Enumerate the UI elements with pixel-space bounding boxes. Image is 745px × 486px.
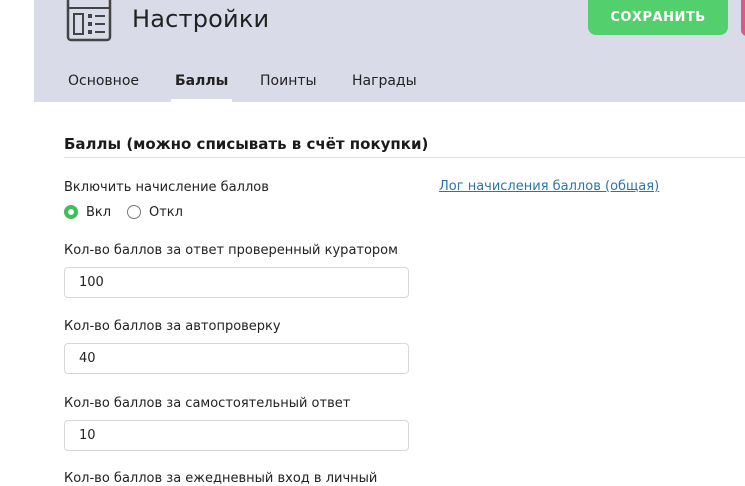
autocheck-points-label: Кол-во баллов за автопроверку (64, 319, 281, 334)
radio-off-label: Откл (149, 204, 183, 220)
tab-points[interactable]: Баллы (170, 62, 233, 102)
radio-on-indicator[interactable] (64, 205, 78, 219)
points-log-link[interactable]: Лог начисления баллов (общая) (439, 179, 659, 194)
tab-bar: Основное Баллы Поинты Награды (34, 62, 745, 102)
partial-action-button[interactable] (741, 0, 745, 36)
enable-points-label: Включить начисление баллов (64, 180, 269, 195)
autocheck-points-input[interactable] (64, 343, 409, 374)
save-button[interactable]: СОХРАНИТЬ (588, 0, 728, 35)
section-title: Баллы (можно списывать в счёт покупки) (64, 135, 429, 153)
settings-list-icon (66, 0, 112, 42)
page-title: Настройки (132, 5, 270, 33)
radio-off[interactable]: Откл (127, 203, 183, 221)
left-gutter (0, 0, 34, 479)
self-answer-points-label: Кол-во баллов за самостоятельный ответ (64, 396, 351, 411)
radio-on[interactable]: Вкл (64, 203, 111, 221)
radio-on-label: Вкл (86, 204, 112, 220)
self-answer-points-input[interactable] (64, 420, 409, 451)
tab-pointy[interactable]: Поинты (260, 62, 317, 102)
tab-rewards[interactable]: Награды (352, 62, 417, 102)
curator-points-label: Кол-во баллов за ответ проверенный курат… (64, 243, 398, 258)
radio-off-indicator[interactable] (127, 205, 141, 219)
section-divider (64, 157, 745, 158)
tab-general[interactable]: Основное (68, 62, 139, 102)
curator-points-input[interactable] (64, 267, 409, 298)
